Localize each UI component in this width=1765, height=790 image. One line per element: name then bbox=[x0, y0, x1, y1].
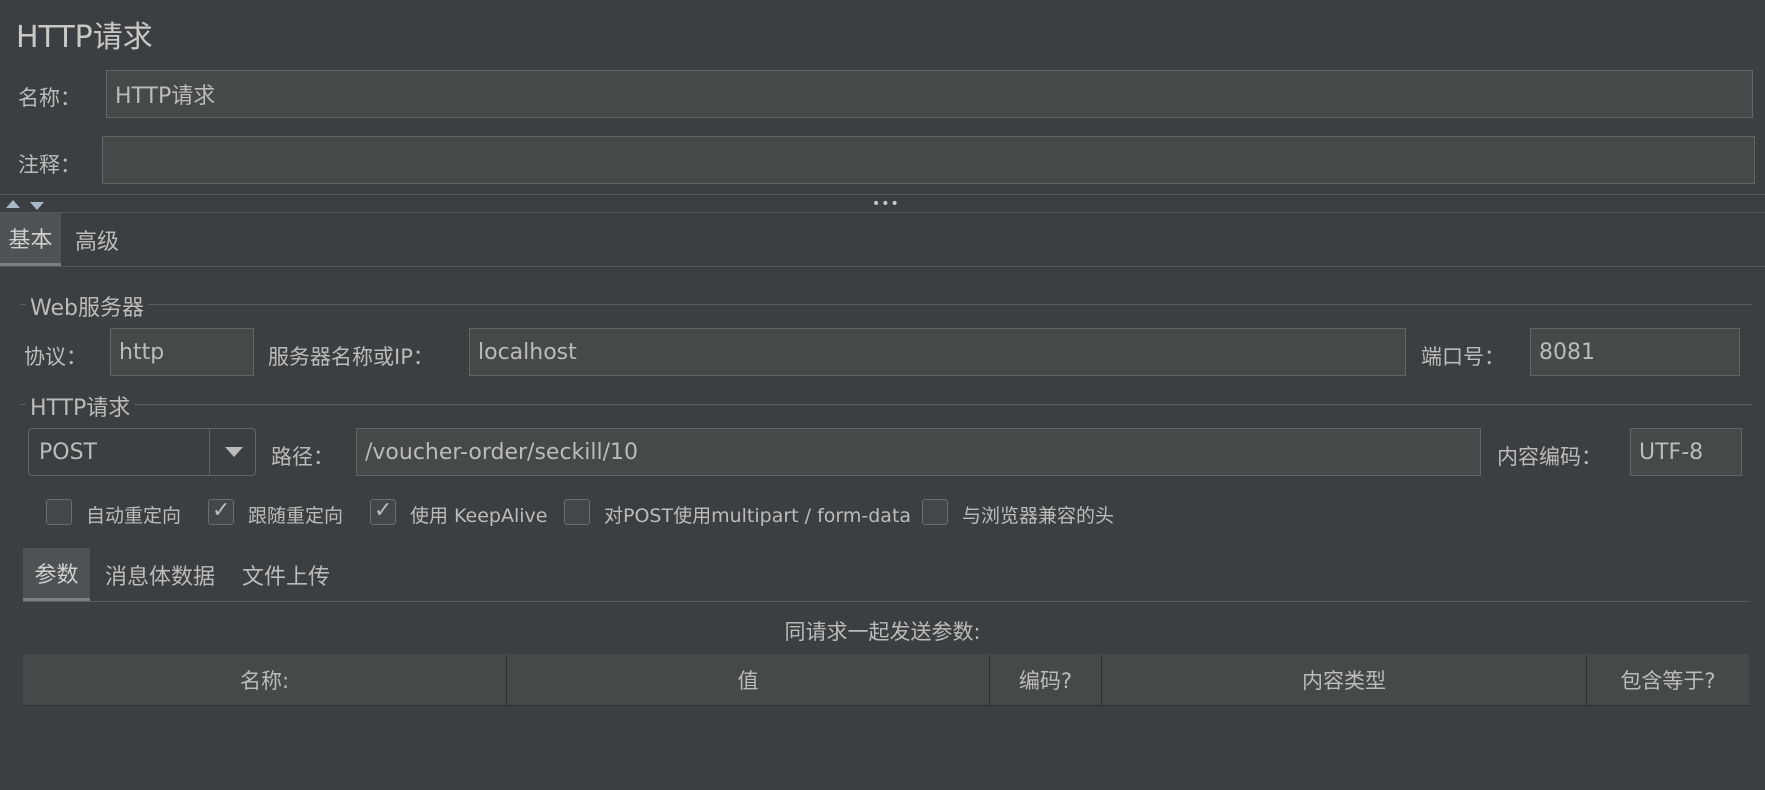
port-label: 端口号： bbox=[1421, 345, 1505, 369]
tabs-divider bbox=[0, 266, 1765, 267]
path-label: 路径： bbox=[271, 445, 334, 469]
encoding-input[interactable]: UTF-8 bbox=[1630, 428, 1742, 476]
path-input[interactable]: /voucher-order/seckill/10 bbox=[356, 428, 1481, 476]
follow-redirect-label: 跟随重定向 bbox=[248, 505, 344, 527]
column-header-include-equals[interactable]: 包含等于? bbox=[1587, 654, 1749, 705]
chevron-down-icon[interactable] bbox=[225, 447, 243, 457]
auto-redirect-label: 自动重定向 bbox=[86, 505, 182, 527]
encoding-label: 内容编码： bbox=[1497, 445, 1602, 469]
name-label: 名称： bbox=[18, 86, 81, 110]
expand-down-icon[interactable] bbox=[30, 202, 44, 210]
http-request-group-border bbox=[20, 404, 1752, 405]
multipart-checkbox[interactable] bbox=[564, 499, 590, 525]
column-header-value[interactable]: 值 bbox=[507, 654, 990, 705]
method-select-value: POST bbox=[39, 439, 97, 465]
tab-advanced[interactable]: 高级 bbox=[70, 213, 124, 267]
check-icon: ✓ bbox=[212, 498, 231, 523]
method-select-separator bbox=[209, 429, 210, 475]
web-server-group-title: Web服务器 bbox=[26, 290, 148, 322]
keepalive-label: 使用 KeepAlive bbox=[410, 505, 548, 527]
web-server-group-border bbox=[20, 304, 1752, 305]
follow-redirect-checkbox[interactable]: ✓ bbox=[208, 498, 234, 525]
tab-body-data[interactable]: 消息体数据 bbox=[98, 548, 222, 602]
splitter-bottom-line bbox=[0, 212, 1765, 213]
protocol-label: 协议： bbox=[24, 345, 87, 369]
method-select[interactable]: POST bbox=[28, 428, 256, 476]
splitter-handle-icon[interactable]: ••• bbox=[872, 196, 900, 212]
column-header-name[interactable]: 名称: bbox=[23, 654, 507, 705]
browser-headers-checkbox[interactable] bbox=[922, 499, 948, 525]
check-icon: ✓ bbox=[374, 498, 393, 523]
browser-headers-label: 与浏览器兼容的头 bbox=[962, 505, 1115, 527]
collapse-up-icon[interactable] bbox=[6, 200, 20, 208]
splitter-top-line bbox=[0, 194, 1765, 195]
keepalive-checkbox[interactable]: ✓ bbox=[370, 498, 396, 525]
params-table-header: 名称: 值 编码? 内容类型 包含等于? bbox=[23, 654, 1749, 706]
comment-input[interactable] bbox=[102, 136, 1755, 184]
server-input[interactable]: localhost bbox=[469, 328, 1406, 376]
server-label: 服务器名称或IP： bbox=[268, 345, 434, 369]
tab-file-upload[interactable]: 文件上传 bbox=[236, 548, 336, 602]
params-caption: 同请求一起发送参数: bbox=[784, 620, 981, 644]
multipart-label: 对POST使用multipart / form-data bbox=[604, 505, 912, 527]
port-input[interactable]: 8081 bbox=[1530, 328, 1740, 376]
page-title: HTTP请求 bbox=[16, 20, 153, 55]
tab-basic[interactable]: 基本 bbox=[0, 213, 61, 267]
auto-redirect-checkbox[interactable] bbox=[46, 499, 72, 525]
comment-label: 注释： bbox=[18, 153, 81, 177]
name-input[interactable]: HTTP请求 bbox=[106, 70, 1753, 118]
tab-parameters[interactable]: 参数 bbox=[23, 548, 90, 602]
sub-tabs-divider bbox=[23, 601, 1749, 602]
column-header-encode[interactable]: 编码? bbox=[990, 654, 1102, 705]
http-request-group-title: HTTP请求 bbox=[26, 390, 135, 422]
protocol-input[interactable]: http bbox=[110, 328, 254, 376]
column-header-content-type[interactable]: 内容类型 bbox=[1102, 654, 1587, 705]
